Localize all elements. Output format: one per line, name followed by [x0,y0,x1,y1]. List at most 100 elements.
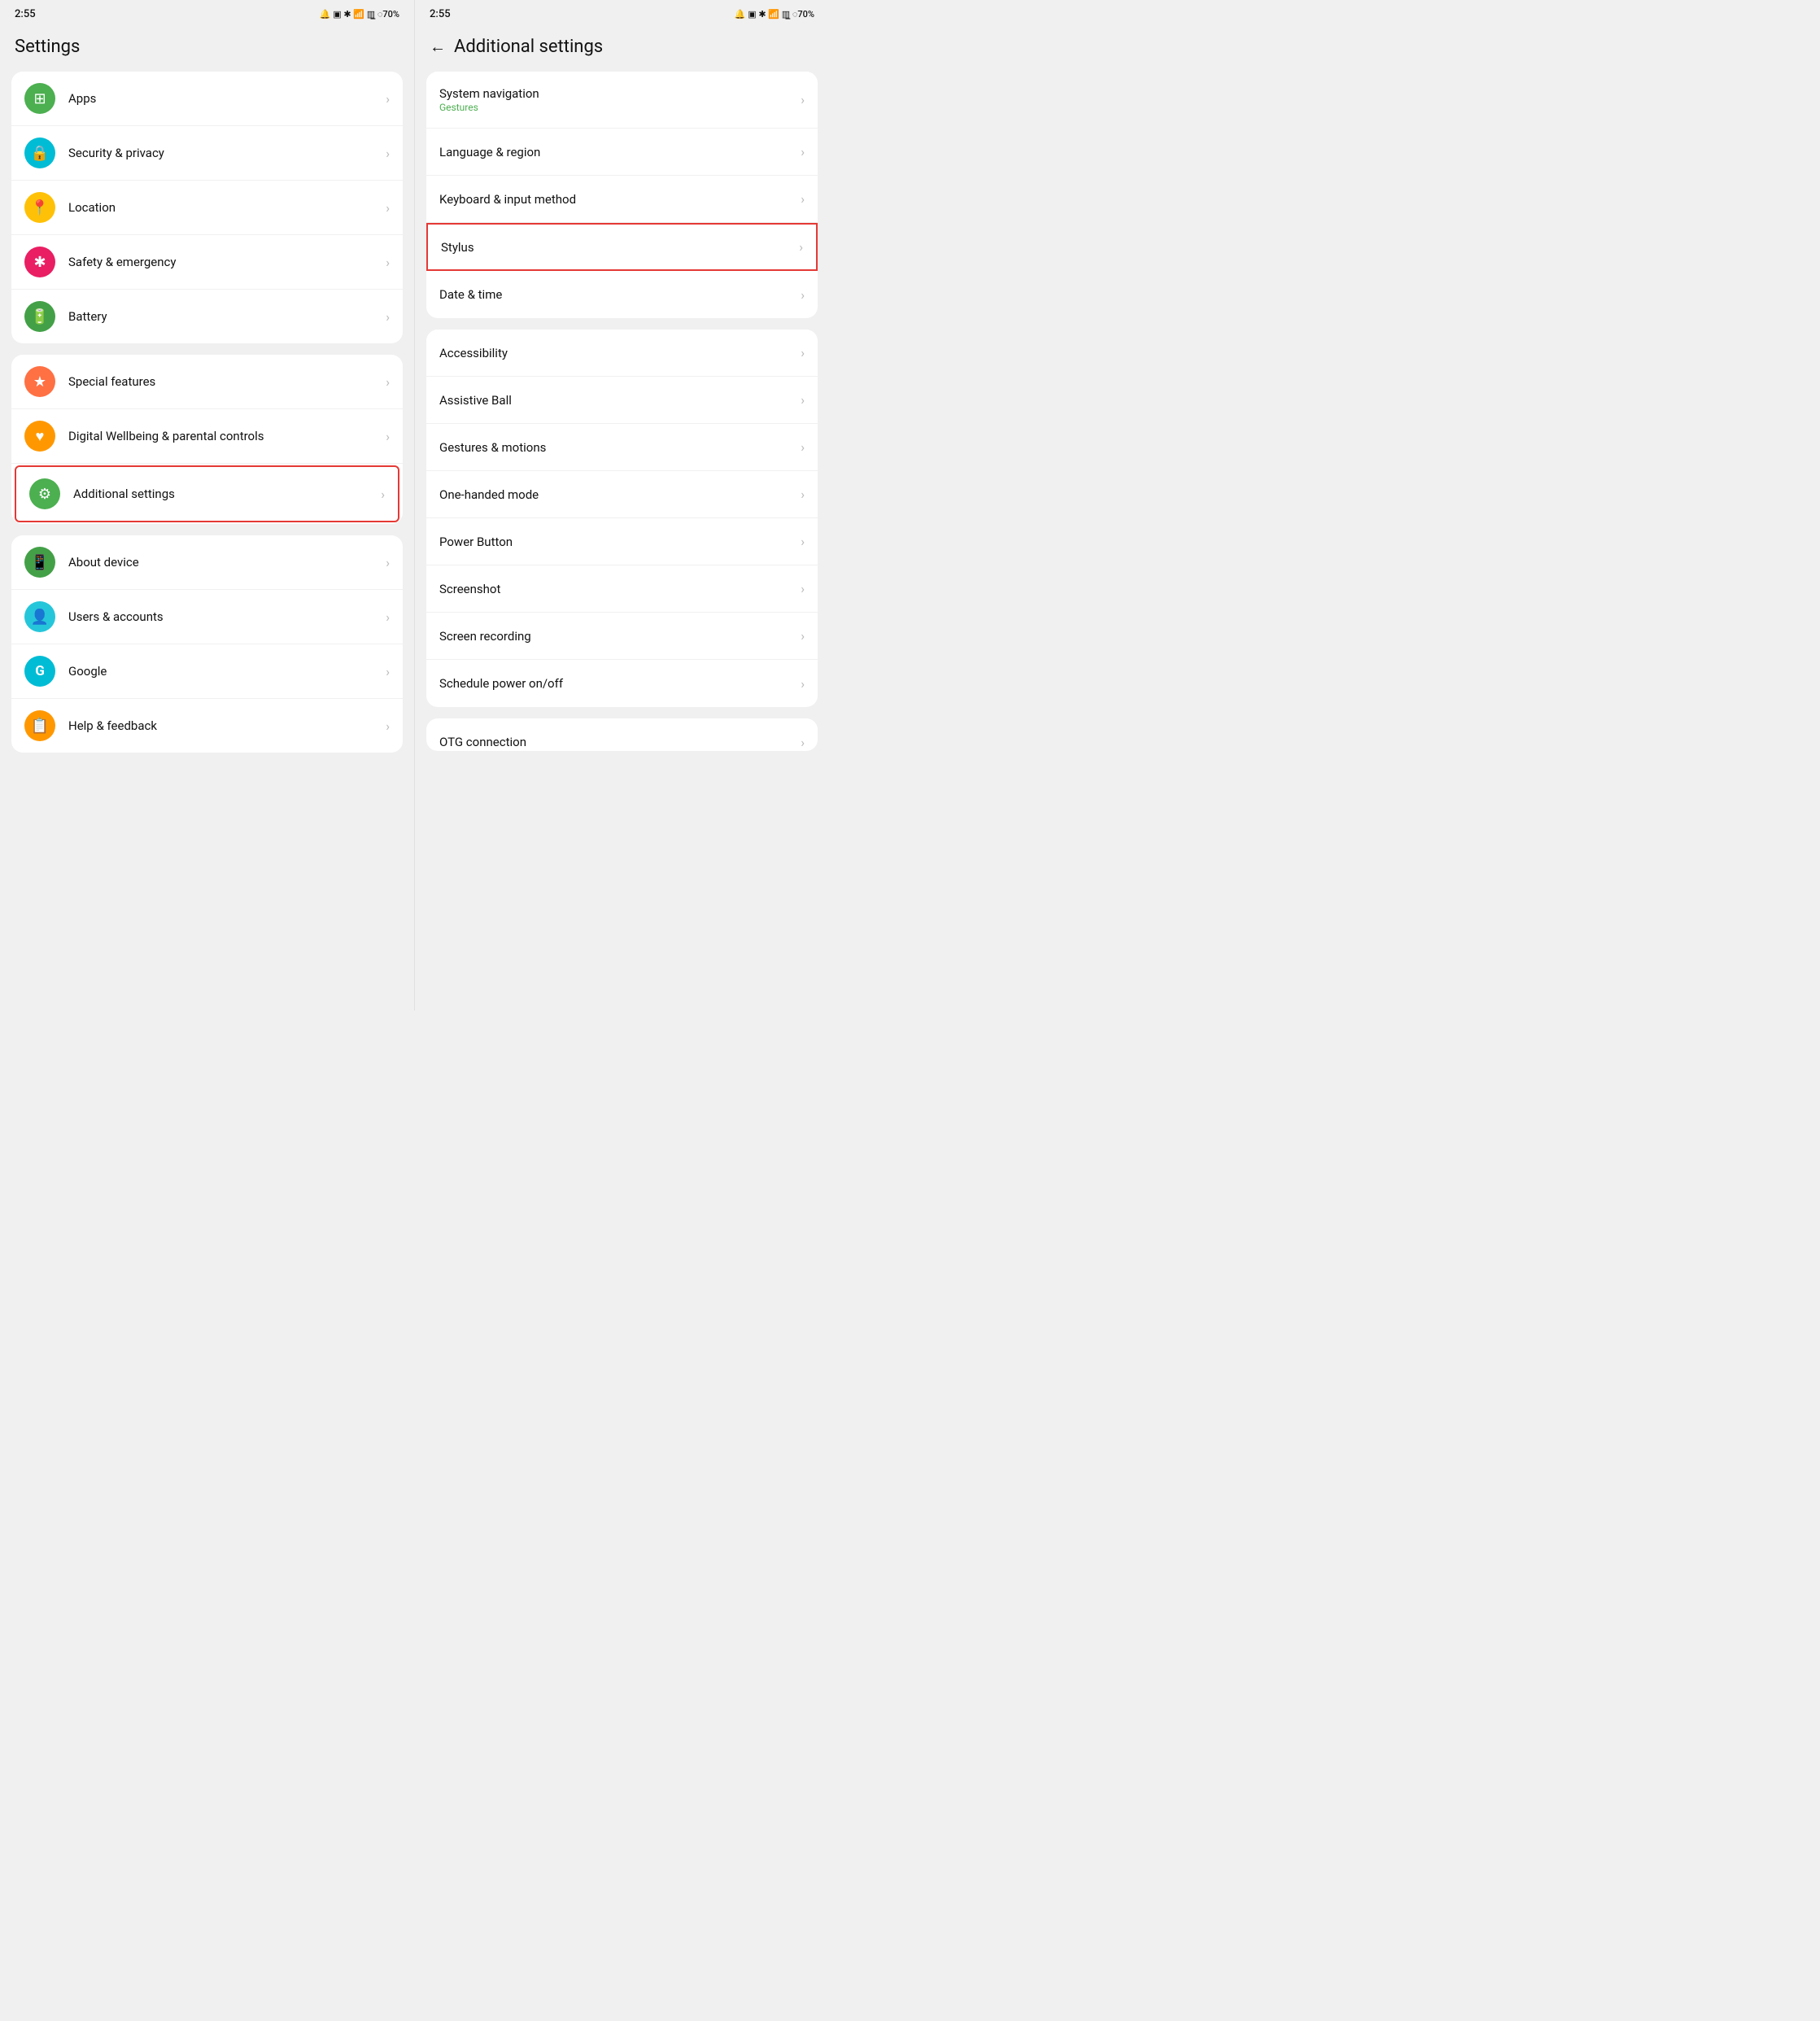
left-title-bar: Settings [0,25,414,68]
list-item-gestures[interactable]: Gestures & motions › [426,424,818,471]
assistive-label: Assistive Ball [439,393,801,408]
security-icon: 🔒 [24,137,55,168]
special-label: Special features [68,374,386,389]
list-item-google[interactable]: G Google › [11,644,403,699]
security-label: Security & privacy [68,146,386,160]
stylus-label: Stylus [441,240,799,255]
schedule-label: Schedule power on/off [439,676,801,691]
google-chevron: › [386,664,390,679]
list-item-users[interactable]: 👤 Users & accounts › [11,590,403,644]
otg-label: OTG connection [439,735,801,749]
google-label: Google [68,664,386,679]
screenrec-chevron: › [801,628,805,644]
about-chevron: › [386,555,390,570]
keyboard-chevron: › [801,191,805,207]
language-chevron: › [801,144,805,159]
screenshot-label: Screenshot [439,582,801,596]
right-panel: 2:55 🔔 ▣ ✱ 📶 ▥̲̲ ◌70% ← Additional setti… [415,0,829,1010]
powerbutton-label: Power Button [439,535,801,549]
left-time: 2:55 [15,8,36,20]
list-item-assistive[interactable]: Assistive Ball › [426,377,818,424]
location-label: Location [68,200,386,215]
location-icon: 📍 [24,192,55,223]
list-item-accessibility[interactable]: Accessibility › [426,330,818,377]
wellbeing-chevron: › [386,429,390,444]
about-label: About device [68,555,386,570]
schedule-chevron: › [801,676,805,692]
assistive-chevron: › [801,392,805,408]
list-item-help[interactable]: 📋 Help & feedback › [11,699,403,753]
screenshot-chevron: › [801,581,805,596]
battery-icon: 🔋 [24,301,55,332]
gestures-label: Gestures & motions [439,440,801,455]
list-item-onehanded[interactable]: One-handed mode › [426,471,818,518]
list-item-screenshot[interactable]: Screenshot › [426,565,818,613]
system-nav-sublabel: Gestures [439,102,801,113]
right-status-bar: 2:55 🔔 ▣ ✱ 📶 ▥̲̲ ◌70% [415,0,829,25]
onehanded-chevron: › [801,487,805,502]
screenrec-label: Screen recording [439,629,801,644]
stylus-chevron: › [799,239,803,255]
wellbeing-label: Digital Wellbeing & parental controls [68,429,386,443]
right-group-2: Accessibility › Assistive Ball › Gesture… [426,330,818,707]
left-group-2: ★ Special features › ♥ Digital Wellbeing… [11,355,403,524]
list-item-language[interactable]: Language & region › [426,129,818,176]
battery-label: Battery [68,309,386,324]
additional-icon: ⚙ [29,478,60,509]
powerbutton-chevron: › [801,534,805,549]
users-icon: 👤 [24,601,55,632]
left-status-bar: 2:55 🔔 ▣ ✱ 📶 ▥̲̲ ◌70% [0,0,414,25]
about-icon: 📱 [24,547,55,578]
apps-label: Apps [68,91,386,106]
right-status-icons: 🔔 ▣ ✱ 📶 ▥̲̲ ◌70% [735,9,814,20]
safety-icon: ✱ [24,247,55,277]
security-chevron: › [386,146,390,161]
left-group-3: 📱 About device › 👤 Users & accounts › G … [11,535,403,753]
list-item-security[interactable]: 🔒 Security & privacy › [11,126,403,181]
additional-chevron: › [381,487,385,502]
back-button[interactable]: ← [430,37,446,57]
accessibility-chevron: › [801,345,805,360]
users-chevron: › [386,609,390,625]
users-label: Users & accounts [68,609,386,624]
help-chevron: › [386,718,390,734]
google-icon: G [24,656,55,687]
list-item-about[interactable]: 📱 About device › [11,535,403,590]
left-status-icons: 🔔 ▣ ✱ 📶 ▥̲̲ ◌70% [320,9,399,20]
right-time: 2:55 [430,8,451,20]
list-item-keyboard[interactable]: Keyboard & input method › [426,176,818,223]
list-item-safety[interactable]: ✱ Safety & emergency › [11,235,403,290]
list-item-special[interactable]: ★ Special features › [11,355,403,409]
list-item-additional[interactable]: ⚙ Additional settings › [15,465,399,522]
additional-label: Additional settings [73,487,381,501]
list-item-schedule[interactable]: Schedule power on/off › [426,660,818,707]
list-item-wellbeing[interactable]: ♥ Digital Wellbeing & parental controls … [11,409,403,464]
apps-icon: ⊞ [24,83,55,114]
wellbeing-icon: ♥ [24,421,55,452]
list-item-screenrec[interactable]: Screen recording › [426,613,818,660]
list-item-system-nav[interactable]: System navigation Gestures › [426,72,818,129]
list-item-apps[interactable]: ⊞ Apps › [11,72,403,126]
right-group-3: OTG connection › [426,718,818,751]
help-icon: 📋 [24,710,55,741]
gestures-chevron: › [801,439,805,455]
safety-chevron: › [386,255,390,270]
help-label: Help & feedback [68,718,386,733]
right-title-bar: ← Additional settings [415,25,829,68]
list-item-stylus[interactable]: Stylus › [426,223,818,271]
apps-chevron: › [386,91,390,107]
list-item-otg[interactable]: OTG connection › [426,718,818,751]
list-item-battery[interactable]: 🔋 Battery › [11,290,403,343]
list-item-location[interactable]: 📍 Location › [11,181,403,235]
language-label: Language & region [439,145,801,159]
list-item-datetime[interactable]: Date & time › [426,271,818,318]
keyboard-label: Keyboard & input method [439,192,801,207]
list-item-powerbutton[interactable]: Power Button › [426,518,818,565]
system-nav-chevron: › [801,92,805,107]
datetime-label: Date & time [439,287,801,302]
left-page-title: Settings [15,37,80,57]
otg-chevron: › [801,735,805,750]
right-group-1: System navigation Gestures › Language & … [426,72,818,318]
datetime-chevron: › [801,287,805,303]
left-panel: 2:55 🔔 ▣ ✱ 📶 ▥̲̲ ◌70% Settings ⊞ Apps › … [0,0,414,1010]
